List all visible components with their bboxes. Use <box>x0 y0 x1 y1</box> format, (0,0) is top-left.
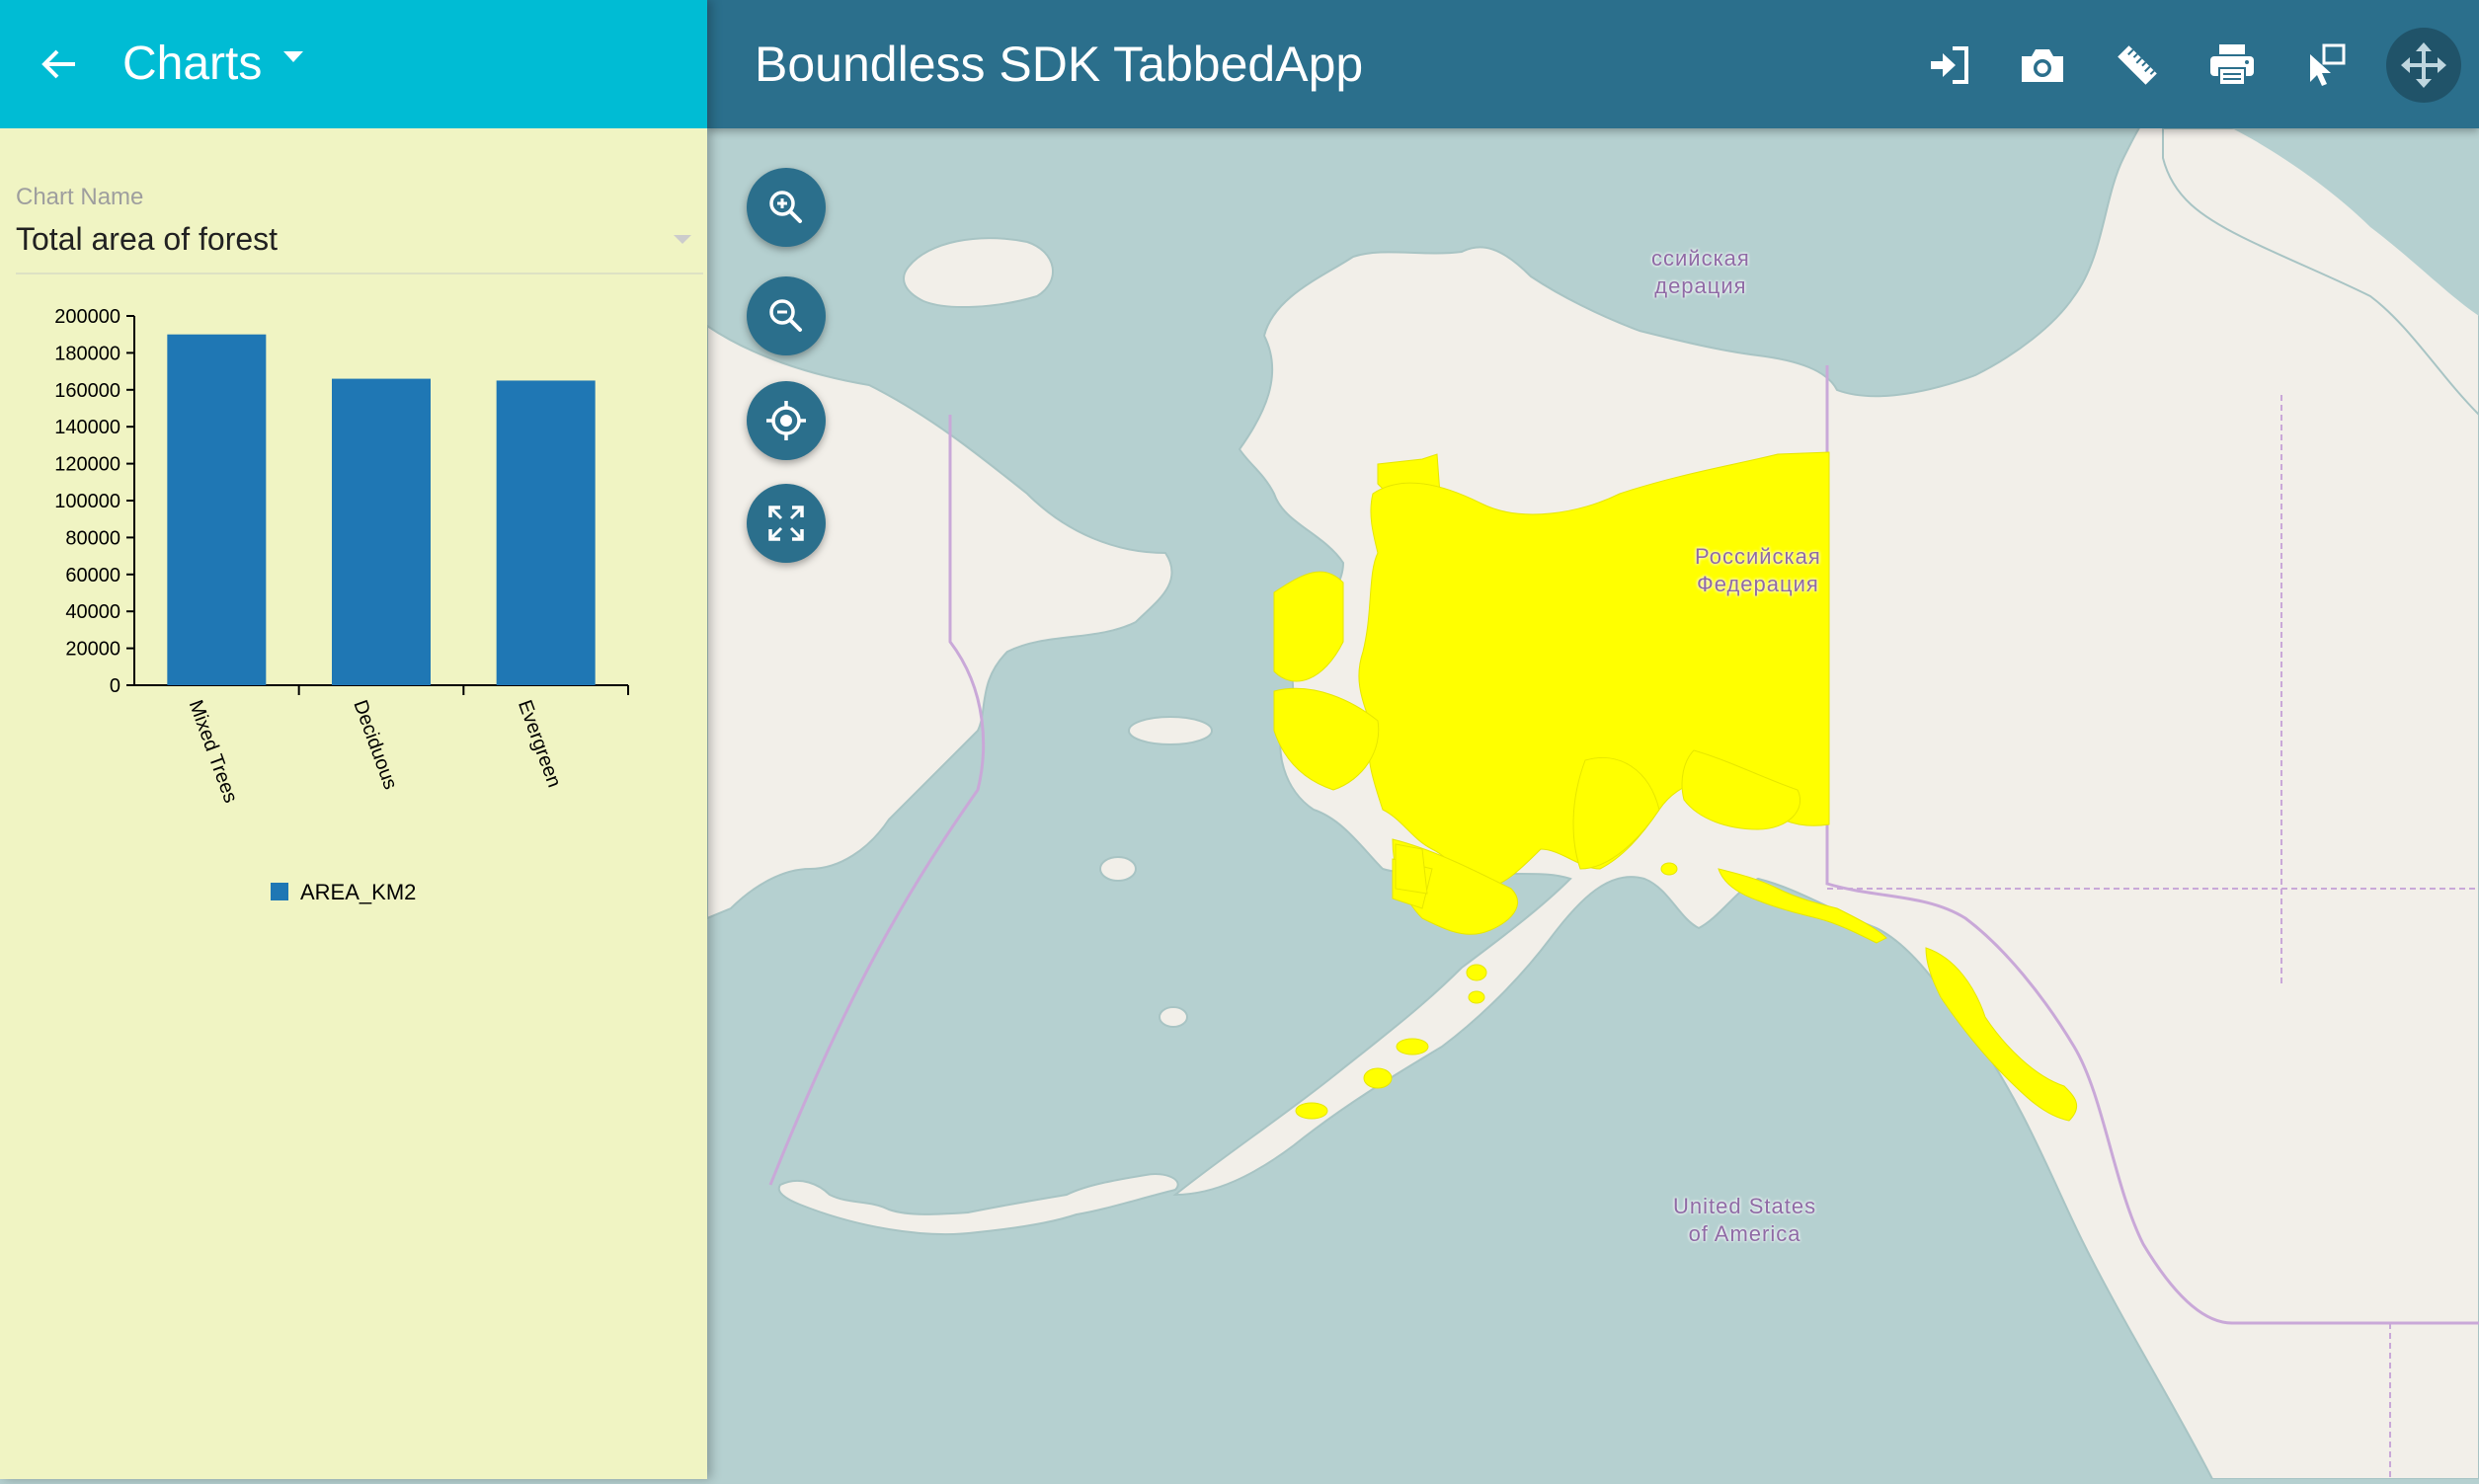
island-st-lawrence <box>1128 716 1213 745</box>
chart-name-select[interactable]: Chart Name Total area of forest <box>16 174 703 274</box>
panel-title-dropdown[interactable]: Charts <box>122 34 304 95</box>
map-view[interactable]: ссийская дерация Российская Федерация Un… <box>706 0 2479 1480</box>
island-nunivak <box>1099 856 1137 882</box>
y-tick-label: 180000 <box>54 343 120 364</box>
zoom-out-button[interactable] <box>747 276 826 355</box>
island-pribilof <box>1159 1006 1188 1028</box>
app-title: Boundless SDK TabbedApp <box>755 37 1364 92</box>
dropdown-arrow-icon <box>674 235 691 244</box>
bar-deciduous <box>332 378 431 685</box>
login-button[interactable] <box>1918 34 1981 97</box>
y-tick-label: 200000 <box>54 306 120 328</box>
x-tick-label: Evergreen <box>514 697 565 790</box>
export-image-button[interactable] <box>2011 34 2074 97</box>
chart-name-value: Total area of forest <box>16 221 279 257</box>
y-tick-label: 40000 <box>65 601 120 623</box>
sign-in-icon <box>1931 46 1968 84</box>
x-tick-label: Mixed Trees <box>185 697 242 806</box>
caret-down-icon <box>283 51 304 62</box>
map-canvas[interactable] <box>706 0 2479 1480</box>
ruler-icon <box>2118 45 2157 85</box>
fullscreen-button[interactable] <box>747 484 826 563</box>
geolocation-button[interactable] <box>747 381 826 460</box>
chart-svg: 2000001800001600001400001200001000008000… <box>54 306 629 904</box>
y-tick-label: 0 <box>110 675 120 697</box>
y-tick-label: 160000 <box>54 380 120 402</box>
bar-chart: 200000 180000 160000 140000 120000 100000 8000… <box>0 292 707 924</box>
select-pointer-icon <box>2310 43 2346 86</box>
y-tick-label: 100000 <box>54 491 120 512</box>
label-russia-partial: ссийская дерация <box>1651 246 1750 298</box>
charts-panel: Charts Chart Name Total area of forest 2… <box>0 0 707 1479</box>
label-usa: United States of America <box>1673 1194 1817 1246</box>
y-tick-label: 140000 <box>54 417 120 438</box>
x-tick-label: Deciduous <box>349 697 401 792</box>
app-header: Boundless SDK TabbedApp <box>707 0 2479 128</box>
zoom-in-icon <box>769 191 802 223</box>
printer-icon <box>2210 44 2254 86</box>
label-russia: Российская Федерация <box>1695 544 1821 596</box>
bar-mixed-trees <box>167 334 267 685</box>
back-button[interactable] <box>28 30 91 99</box>
camera-icon <box>2022 49 2063 82</box>
crosshair-icon <box>766 401 806 440</box>
bar-evergreen <box>496 380 596 685</box>
y-tick-label: 20000 <box>65 639 120 661</box>
y-tick-label: 80000 <box>65 527 120 549</box>
arrow-left-icon <box>41 49 75 79</box>
chart-name-label: Chart Name <box>16 184 144 210</box>
y-tick-label: 60000 <box>65 565 120 586</box>
zoom-out-icon <box>769 299 802 332</box>
fullscreen-icon <box>768 506 804 541</box>
legend-label: AREA_KM2 <box>300 880 416 904</box>
panel-title: Charts <box>122 38 263 90</box>
zoom-in-button[interactable] <box>747 168 826 247</box>
panel-header: Charts <box>0 0 707 128</box>
y-tick-label: 120000 <box>54 454 120 476</box>
navigation-button[interactable] <box>2386 28 2461 103</box>
select-button[interactable] <box>2295 34 2359 97</box>
print-button[interactable] <box>2200 34 2264 97</box>
move-arrows-icon <box>2401 42 2446 88</box>
legend-swatch <box>271 883 288 900</box>
measure-button[interactable] <box>2106 34 2169 97</box>
